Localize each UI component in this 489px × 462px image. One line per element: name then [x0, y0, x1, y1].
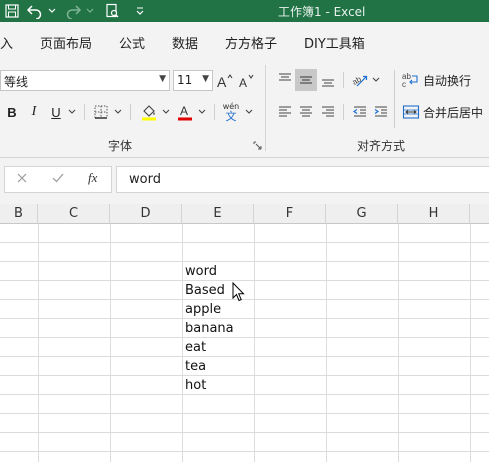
font-dialog-launcher-icon[interactable]: [252, 140, 262, 150]
cell-e[interactable]: apple: [185, 300, 221, 319]
italic-button[interactable]: I: [24, 101, 44, 123]
separator: [343, 104, 344, 120]
cell-e[interactable]: Based: [185, 281, 225, 300]
tab-insert[interactable]: 入: [0, 33, 13, 52]
tab-formulas[interactable]: 公式: [119, 33, 145, 52]
ribbon-tabs: 入 页面布局 公式 数据 方方格子 DIY工具箱: [0, 22, 489, 60]
print-preview-icon[interactable]: [100, 0, 124, 22]
worksheet-grid[interactable]: [0, 224, 489, 462]
font-color-icon[interactable]: A: [174, 101, 196, 123]
column-header-f[interactable]: F: [254, 204, 326, 224]
alignment-group-label: 对齐方式: [357, 139, 406, 153]
underline-button[interactable]: U: [46, 101, 66, 123]
svg-text:A: A: [217, 74, 227, 89]
font-group-label: 字体: [108, 139, 133, 153]
font-color-dropdown[interactable]: [196, 101, 208, 123]
separator: [130, 104, 131, 120]
cell-e[interactable]: tea: [185, 357, 206, 376]
orientation-dropdown[interactable]: [370, 69, 382, 91]
border-icon[interactable]: [90, 101, 112, 123]
font-size-value: 11: [177, 73, 193, 87]
font-name-value: 等线: [4, 75, 29, 89]
cell-e[interactable]: word: [185, 262, 217, 281]
cell-e[interactable]: banana: [185, 319, 234, 338]
chevron-down-icon: [372, 77, 380, 82]
formula-bar-area: fx word: [0, 158, 489, 204]
redo-dropdown-icon[interactable]: [84, 0, 96, 22]
separator: [214, 104, 215, 120]
svg-text:A: A: [180, 104, 188, 118]
tab-page-layout[interactable]: 页面布局: [40, 33, 92, 52]
svg-text:ab: ab: [351, 74, 363, 87]
window-title: 工作簿1 - Excel: [278, 5, 366, 19]
column-header-h[interactable]: H: [398, 204, 470, 224]
svg-text:c: c: [402, 80, 406, 88]
tab-fangfang[interactable]: 方方格子: [225, 33, 277, 52]
border-dropdown[interactable]: [112, 101, 124, 123]
font-name-select[interactable]: 等线 ▼: [0, 70, 170, 91]
shrink-font-button[interactable]: A: [237, 70, 257, 91]
wrap-text-label: 自动换行: [423, 73, 472, 88]
merge-center-label: 合并后居中: [423, 105, 484, 120]
chevron-down-icon: [68, 109, 76, 114]
orientation-icon[interactable]: ab: [349, 69, 371, 91]
cancel-icon[interactable]: [15, 171, 29, 188]
group-separator: [265, 65, 266, 151]
phonetic-dropdown[interactable]: [243, 101, 255, 123]
svg-text:A: A: [239, 76, 247, 89]
cell-e[interactable]: hot: [185, 376, 206, 395]
cell-e[interactable]: eat: [185, 338, 206, 357]
align-middle-icon[interactable]: [295, 69, 317, 91]
redo-icon[interactable]: [62, 0, 84, 22]
save-icon[interactable]: [2, 0, 22, 22]
column-header-g[interactable]: G: [326, 204, 398, 224]
chevron-down-icon: [245, 109, 253, 114]
font-size-select[interactable]: 11 ▼: [173, 70, 213, 91]
bold-button[interactable]: B: [2, 101, 22, 123]
underline-dropdown[interactable]: [66, 101, 78, 123]
wrap-text-icon: abc: [402, 72, 418, 88]
insert-function-icon[interactable]: fx: [88, 170, 97, 186]
fill-color-dropdown[interactable]: [160, 101, 172, 123]
column-header-e[interactable]: E: [182, 204, 254, 224]
column-header-c[interactable]: C: [38, 204, 110, 224]
ribbon: 等线 ▼ 11 ▼ A A B I U A wén 文 字体 ab ab c 自…: [0, 60, 489, 158]
separator: [84, 104, 85, 120]
column-header-i[interactable]: [470, 204, 489, 224]
chevron-down-icon: ▼: [159, 74, 166, 84]
align-bottom-icon[interactable]: [317, 69, 339, 91]
undo-dropdown-icon[interactable]: [46, 0, 58, 22]
undo-icon[interactable]: [24, 0, 46, 22]
column-header-d[interactable]: D: [110, 204, 182, 224]
chevron-down-icon: [162, 109, 170, 114]
customize-quick-access-icon[interactable]: [132, 0, 148, 22]
decrease-indent-icon[interactable]: [349, 101, 371, 123]
phonetic-guide-button[interactable]: wén 文: [219, 100, 243, 124]
tab-data[interactable]: 数据: [172, 33, 198, 52]
align-center-icon[interactable]: [295, 101, 317, 123]
phonetic-bottom: 文: [225, 109, 237, 123]
align-right-icon[interactable]: [317, 101, 339, 123]
fill-color-icon[interactable]: [138, 101, 160, 123]
title-bar: 工作簿1 - Excel: [0, 0, 489, 22]
grow-font-button[interactable]: A: [215, 70, 235, 91]
separator: [343, 72, 344, 88]
merge-center-icon: [402, 105, 420, 119]
chevron-down-icon: [198, 109, 206, 114]
mouse-pointer-icon: [232, 281, 246, 305]
enter-icon[interactable]: [51, 171, 65, 188]
column-header-b[interactable]: B: [0, 204, 38, 224]
wrap-text-button[interactable]: ab c 自动换行: [402, 69, 489, 91]
align-top-icon[interactable]: [274, 69, 296, 91]
separator: [394, 70, 395, 128]
merge-center-button[interactable]: 合并后居中: [402, 101, 489, 123]
formula-bar-buttons: fx: [4, 166, 112, 193]
chevron-down-icon: ▼: [202, 74, 209, 84]
align-left-icon[interactable]: [274, 101, 296, 123]
formula-input[interactable]: word: [116, 166, 489, 193]
tab-diy-toolbox[interactable]: DIY工具箱: [304, 33, 365, 52]
chevron-down-icon: [114, 109, 122, 114]
increase-indent-icon[interactable]: [370, 101, 392, 123]
